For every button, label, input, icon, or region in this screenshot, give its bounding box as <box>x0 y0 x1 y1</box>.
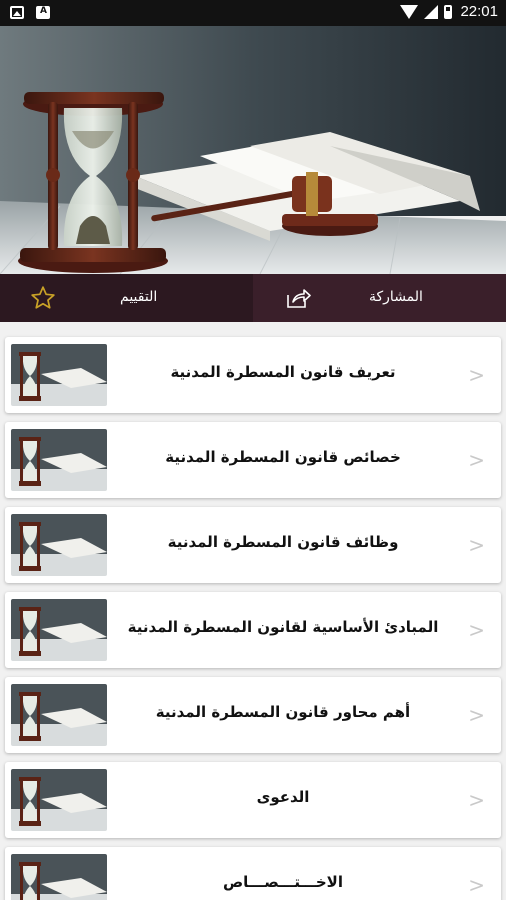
tab-share[interactable]: المشاركة <box>253 274 506 322</box>
item-thumbnail <box>11 769 107 831</box>
item-thumbnail <box>11 854 107 900</box>
tab-rate[interactable]: التقييم <box>0 274 253 322</box>
star-icon <box>31 286 55 309</box>
chevron-icon: > <box>468 703 485 727</box>
chevron-icon: > <box>468 788 485 812</box>
hourglass-gavel-books-illustration <box>0 26 506 274</box>
item-title: وظائف قانون المسطرة المدنية <box>167 533 399 551</box>
status-bar: 22:01 <box>0 0 506 26</box>
list-item[interactable]: خصائص قانون المسطرة المدنية > <box>5 422 501 498</box>
list-item[interactable]: الاخـــتـــصـــاص > <box>5 847 501 900</box>
topics-list: تعريف قانون المسطرة المدنية > خصائص قانو… <box>0 322 506 900</box>
signal-icon <box>424 4 439 19</box>
item-title: الدعوى <box>256 788 310 806</box>
item-thumbnail <box>11 684 107 746</box>
image-notification-icon <box>10 6 24 19</box>
chevron-icon: > <box>468 873 485 897</box>
status-time: 22:01 <box>460 3 498 20</box>
item-title: أهم محاور قانون المسطرة المدنية <box>155 703 411 721</box>
chevron-icon: > <box>468 363 485 387</box>
list-item[interactable]: وظائف قانون المسطرة المدنية > <box>5 507 501 583</box>
item-title: الاخـــتـــصـــاص <box>223 873 343 891</box>
tab-rate-label: التقييم <box>120 289 158 305</box>
share-icon <box>287 289 311 308</box>
a-notification-icon <box>36 6 50 19</box>
item-thumbnail <box>11 344 107 406</box>
chevron-icon: > <box>468 618 485 642</box>
item-title: خصائص قانون المسطرة المدنية <box>165 448 401 466</box>
battery-icon <box>444 4 453 19</box>
hero-banner <box>0 26 506 274</box>
item-title: تعريف قانون المسطرة المدنية <box>170 363 396 381</box>
list-item[interactable]: الدعوى > <box>5 762 501 838</box>
action-tab-bar: التقييم المشاركة <box>0 274 506 322</box>
list-item[interactable]: تعريف قانون المسطرة المدنية > <box>5 337 501 413</box>
item-title: المبادئ الأساسية لقانون المسطرة المدنية <box>127 618 439 636</box>
list-item[interactable]: المبادئ الأساسية لقانون المسطرة المدنية … <box>5 592 501 668</box>
tab-share-label: المشاركة <box>369 289 423 305</box>
item-thumbnail <box>11 514 107 576</box>
item-thumbnail <box>11 429 107 491</box>
item-thumbnail <box>11 599 107 661</box>
list-item[interactable]: أهم محاور قانون المسطرة المدنية > <box>5 677 501 753</box>
chevron-icon: > <box>468 533 485 557</box>
wifi-icon <box>400 4 419 19</box>
chevron-icon: > <box>468 448 485 472</box>
